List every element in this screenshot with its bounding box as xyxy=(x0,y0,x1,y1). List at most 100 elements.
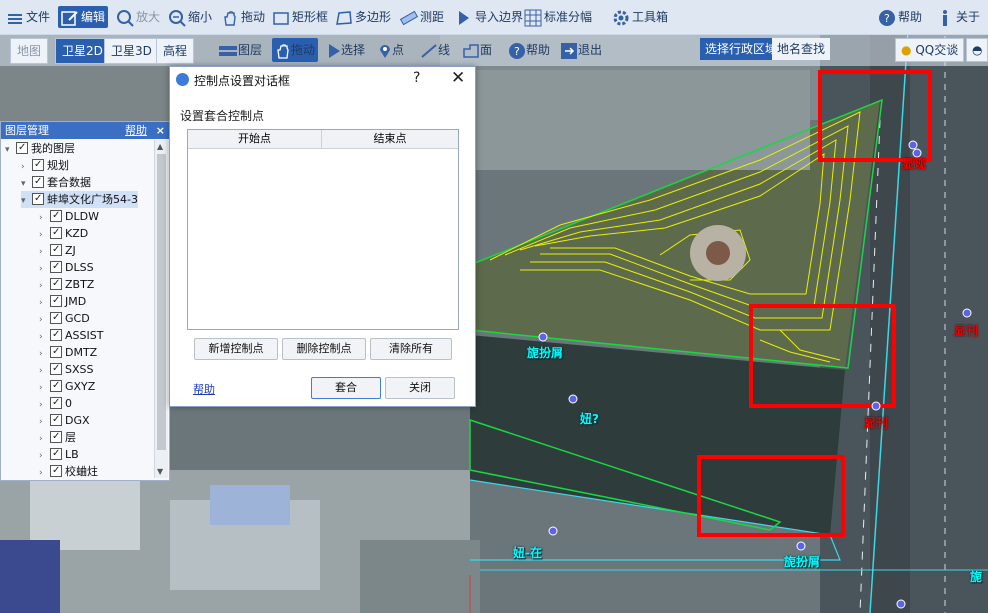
layer-checkbox[interactable] xyxy=(50,241,62,258)
polygon-select-button[interactable]: 多边形 xyxy=(335,6,391,28)
standard-grid-button[interactable]: 标准分幅 xyxy=(524,6,592,28)
layer-item[interactable]: ›层 xyxy=(39,428,76,446)
clear-all-button[interactable]: 清除所有 xyxy=(370,338,452,360)
layer-panel-help-link[interactable]: 帮助 xyxy=(125,122,147,139)
layer-item[interactable]: ▾ 蚌埠文化广场54-3 xyxy=(21,190,138,210)
layer-label: 我的图层 xyxy=(31,142,75,155)
layer-checkbox[interactable] xyxy=(50,224,62,241)
pan-tool-button[interactable]: 拖动 xyxy=(272,38,319,62)
fit-button[interactable]: 套合 xyxy=(311,377,381,399)
layer-item[interactable]: ›ZJ xyxy=(39,241,76,259)
chevron-right-icon[interactable]: › xyxy=(39,465,49,478)
chevron-down-icon[interactable]: ▾ xyxy=(21,193,31,210)
layer-item[interactable]: ›0 xyxy=(39,394,72,412)
layer-item[interactable]: ›DGX xyxy=(39,411,90,429)
point-tool-button[interactable]: 点 xyxy=(378,38,404,62)
close-button[interactable]: 关闭 xyxy=(385,377,455,399)
about-button[interactable]: 关于 xyxy=(936,6,980,28)
layer-checkbox[interactable] xyxy=(50,394,62,411)
layer-item[interactable]: ›KZD xyxy=(39,224,88,242)
layer-item[interactable]: ›GCD xyxy=(39,309,90,327)
qq-chat-button[interactable]: ● QQ交谈 xyxy=(895,38,965,62)
layer-item[interactable]: ›DLSS xyxy=(39,258,94,276)
control-point-table[interactable]: 开始点 结束点 xyxy=(187,129,459,330)
help-tool-button[interactable]: ? 帮助 xyxy=(508,38,550,62)
layer-checkbox[interactable] xyxy=(16,140,28,156)
layer-checkbox[interactable] xyxy=(32,156,44,173)
layer-checkbox[interactable] xyxy=(50,462,62,478)
tab-place-search[interactable]: 地名查找 xyxy=(772,38,831,60)
layer-checkbox[interactable] xyxy=(50,275,62,292)
measure-button[interactable]: 测距 xyxy=(399,6,444,28)
layer-checkbox[interactable] xyxy=(32,190,44,207)
layer-item[interactable]: ›ZBTZ xyxy=(39,275,94,293)
layer-label: GCD xyxy=(65,312,90,325)
layer-checkbox[interactable] xyxy=(50,360,62,377)
layer-checkbox[interactable] xyxy=(32,173,44,190)
zoom-in-icon xyxy=(116,9,134,27)
tab-satellite-3d[interactable]: 卫星3D xyxy=(104,38,159,64)
rectangle-icon xyxy=(272,9,290,27)
tab-map[interactable]: 地图 xyxy=(10,38,49,64)
tab-select-region[interactable]: 选择行政区域 xyxy=(700,38,783,60)
scroll-up-icon[interactable]: ▲ xyxy=(157,142,163,151)
import-boundary-button[interactable]: 导入边界 xyxy=(455,6,523,28)
edit-button[interactable]: 编辑 xyxy=(58,6,109,28)
layer-checkbox[interactable] xyxy=(50,326,62,343)
dialog-titlebar[interactable]: 控制点设置对话框 ? ✕ xyxy=(170,67,475,93)
file-menu[interactable]: 文件 xyxy=(6,6,50,28)
layer-checkbox[interactable] xyxy=(50,258,62,275)
layer-panel-close-button[interactable]: × xyxy=(156,122,165,139)
dialog-help-link[interactable]: 帮助 xyxy=(193,381,215,397)
polygon-tool-button[interactable]: 面 xyxy=(462,38,492,62)
delete-control-point-button[interactable]: 删除控制点 xyxy=(282,338,366,360)
layer-item[interactable]: ▾ 我的图层 xyxy=(5,140,75,157)
layer-item[interactable]: ›LB xyxy=(39,445,79,463)
layer-label: SXSS xyxy=(65,363,94,376)
layer-checkbox[interactable] xyxy=(50,207,62,224)
rect-select-button[interactable]: 矩形框 xyxy=(272,6,328,28)
layers-button[interactable]: 图层 xyxy=(218,38,262,62)
add-control-point-button[interactable]: 新增控制点 xyxy=(194,338,278,360)
scroll-down-icon[interactable]: ▼ xyxy=(157,467,163,476)
layer-checkbox[interactable] xyxy=(50,411,62,428)
dialog-subtitle: 设置套合控制点 xyxy=(180,109,265,123)
toolbox-button[interactable]: 工具箱 xyxy=(612,6,668,28)
layer-item[interactable]: ›ASSIST xyxy=(39,326,103,344)
layer-panel-scrollbar[interactable]: ▲ ▼ xyxy=(154,140,168,478)
scrollbar-thumb[interactable] xyxy=(157,154,166,450)
layer-checkbox[interactable] xyxy=(50,343,62,360)
layers-icon xyxy=(219,45,237,56)
dialog-help-icon[interactable]: ? xyxy=(413,70,420,86)
layer-label: GXYZ xyxy=(65,380,96,393)
layer-checkbox[interactable] xyxy=(50,428,62,445)
layer-item[interactable]: ›DMTZ xyxy=(39,343,97,361)
zoom-in-button[interactable]: 放大 xyxy=(116,6,160,28)
dialog-close-icon[interactable]: ✕ xyxy=(451,68,465,88)
layer-checkbox[interactable] xyxy=(50,292,62,309)
contact-button[interactable]: ◓ xyxy=(966,38,988,62)
exit-button[interactable]: 退出 xyxy=(560,38,602,62)
tab-elevation[interactable]: 高程 xyxy=(156,38,195,64)
layer-item[interactable]: ›规划 xyxy=(21,156,69,174)
app-logo-icon xyxy=(176,73,189,86)
help-button[interactable]: ? 帮助 xyxy=(878,6,922,28)
layer-item[interactable]: › 校蛐炷 xyxy=(39,462,98,478)
zoom-out-button[interactable]: 缩小 xyxy=(168,6,212,28)
layer-checkbox[interactable] xyxy=(50,309,62,326)
select-tool-button[interactable]: 选择 xyxy=(327,38,365,62)
hand-icon xyxy=(277,43,289,59)
tab-satellite-2d[interactable]: 卫星2D xyxy=(55,38,110,64)
column-start-point[interactable]: 开始点 xyxy=(188,130,322,148)
chevron-down-icon[interactable]: ▾ xyxy=(5,142,15,159)
layer-item[interactable]: ›DLDW xyxy=(39,207,99,225)
line-tool-button[interactable]: 线 xyxy=(420,38,450,62)
column-end-point[interactable]: 结束点 xyxy=(322,130,458,148)
layer-item[interactable]: ›SXSS xyxy=(39,360,94,378)
layer-item[interactable]: ›JMD xyxy=(39,292,86,310)
layer-item[interactable]: ›GXYZ xyxy=(39,377,96,395)
pan-button[interactable]: 拖动 xyxy=(221,6,265,28)
layer-item[interactable]: ▾套合数据 xyxy=(21,173,91,191)
layer-checkbox[interactable] xyxy=(50,377,62,394)
layer-checkbox[interactable] xyxy=(50,445,62,462)
